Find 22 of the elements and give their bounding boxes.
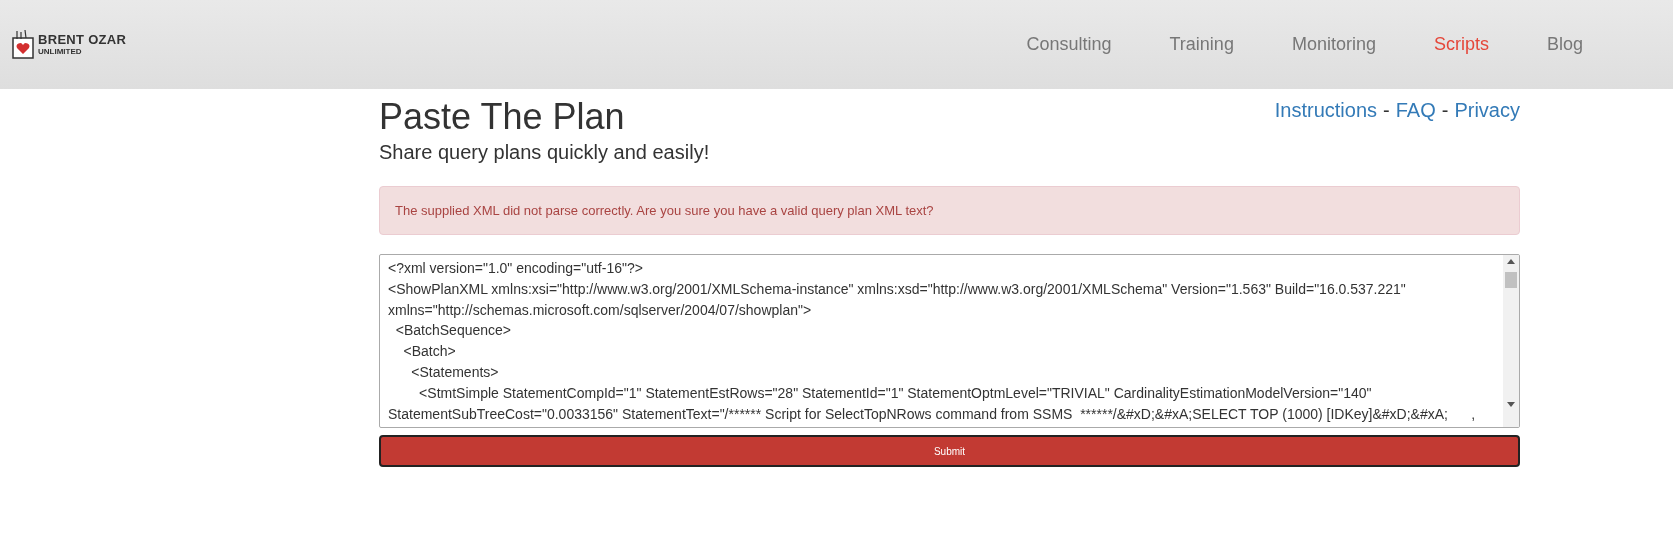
nav-link[interactable]: Scripts [1433,34,1489,55]
submit-button[interactable]: Submit [379,435,1520,467]
nav-link[interactable]: Blog [1546,34,1583,55]
header-link[interactable]: Instructions [1274,99,1378,122]
error-alert: The supplied XML did not parse correctly. Are you sure you have a valid query plan XML text? [379,186,1520,235]
scroll-down-icon[interactable] [1507,402,1515,407]
logo-name[interactable]: BRENT OZAR [38,32,127,47]
page-title: Paste The Plan [379,97,626,137]
nav-link[interactable]: Monitoring [1291,34,1376,55]
link-separator: - [1441,99,1449,122]
scrollbar-thumb[interactable] [1505,272,1517,288]
nav-link[interactable]: Consulting [1026,34,1112,55]
xml-field[interactable]: <?xml version="1.0" encoding="utf-16"?> <ShowPlanXML xmlns:xsi="http://www.w3.org/2001/XMLSchema-instance" xmlns:xsd="http://www.w3.org/2001/XMLSchema" Version="1.563" Build="16.0.537.221" xmlns="http://schemas.microsoft.com/sqlserver/2004/07/showplan"> <BatchSequence> <Batch> <Statements> <StmtSimple StatementCompId="1" StatementEstRows="28" StatementId="1" StatementOptmLevel="TRIVIAL" CardinalityEstimationModelVersion="140" StatementSubTreeCost="0.0033156" StatementText="/****** Script for SelectTopNRows command from SSMS ******/&#xD;&#xA;SELECT TOP (1000) [IDKey]&#xD;&#xA; , [379,254,1520,428]
logo-icon [12,29,34,60]
header-link[interactable]: Privacy [1454,99,1520,122]
page-subtitle: Share query plans quickly and easily! [379,141,710,164]
logo-tagline: UNLIMITED [38,46,83,57]
scroll-up-icon[interactable] [1507,259,1515,264]
nav-link[interactable]: Training [1169,34,1234,55]
scrollbar[interactable] [1503,255,1519,427]
header-link[interactable]: FAQ [1395,99,1436,122]
link-separator: - [1383,99,1390,122]
